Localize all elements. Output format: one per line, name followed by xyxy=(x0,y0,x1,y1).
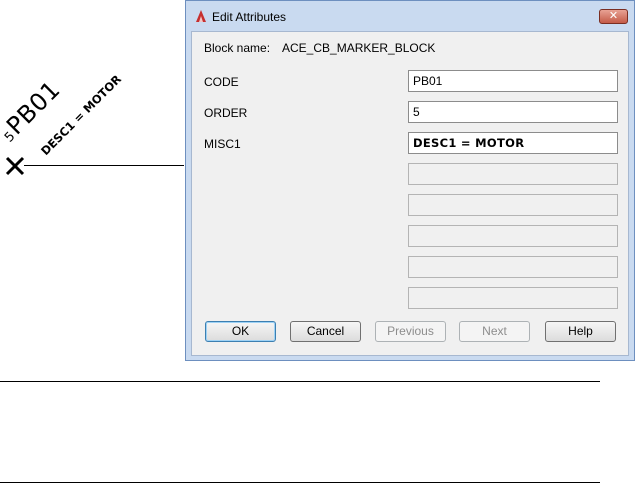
misc1-field[interactable]: DESC1 = MOTOR xyxy=(408,132,618,154)
dialog-titlebar[interactable]: Edit Attributes ✕ xyxy=(186,1,634,31)
close-button[interactable]: ✕ xyxy=(599,9,628,24)
block-name-label: Block name: xyxy=(204,41,271,55)
empty-attribute-field xyxy=(408,163,618,185)
dialog-body: Block name: ACE_CB_MARKER_BLOCK CODE PB0… xyxy=(191,31,629,356)
help-button[interactable]: Help xyxy=(545,321,616,342)
previous-button[interactable]: Previous xyxy=(375,321,446,342)
code-label: CODE xyxy=(204,75,239,89)
x-marker-icon xyxy=(5,156,25,176)
order-field[interactable]: 5 xyxy=(408,101,618,123)
misc1-label: MISC1 xyxy=(204,137,241,151)
autocad-icon xyxy=(196,10,206,22)
empty-attribute-field xyxy=(408,225,618,247)
dialog-title: Edit Attributes xyxy=(212,10,287,24)
close-icon: ✕ xyxy=(608,10,619,22)
ok-button[interactable]: OK xyxy=(205,321,276,342)
empty-attribute-field xyxy=(408,287,618,309)
leader-line xyxy=(24,165,184,166)
cancel-button[interactable]: Cancel xyxy=(290,321,361,342)
drawing-line-upper xyxy=(0,381,600,382)
empty-attribute-field xyxy=(408,256,618,278)
code-field[interactable]: PB01 xyxy=(408,70,618,92)
edit-attributes-dialog: Edit Attributes ✕ Block name: ACE_CB_MAR… xyxy=(185,0,635,361)
block-name-value: ACE_CB_MARKER_BLOCK xyxy=(282,41,436,55)
next-button[interactable]: Next xyxy=(459,321,530,342)
order-label: ORDER xyxy=(204,106,248,120)
empty-attribute-field xyxy=(408,194,618,216)
